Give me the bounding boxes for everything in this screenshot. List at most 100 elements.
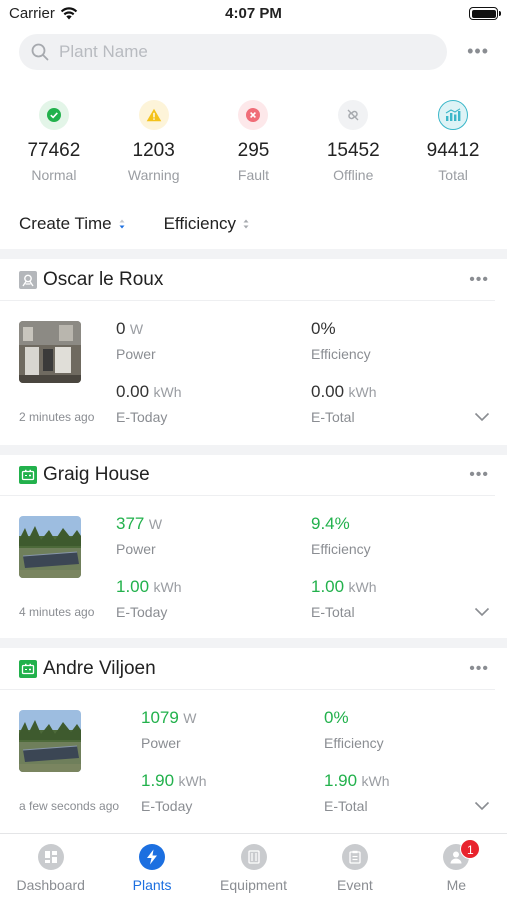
more-options-icon[interactable]: ••• [467, 42, 489, 60]
power-metric: 377 W Power [116, 514, 163, 557]
e-total-value: 0.00 [311, 382, 345, 401]
e-total-value: 1.90 [324, 771, 358, 790]
total-chart-icon [438, 100, 469, 130]
stat-fault[interactable]: 295 Fault [208, 100, 298, 183]
e-total-caption: E-Total [324, 798, 368, 814]
chevron-down-icon[interactable] [474, 607, 490, 617]
efficiency-caption: Efficiency [324, 735, 384, 751]
power-value: 377 [116, 514, 145, 533]
plant-name: Graig House [43, 463, 150, 485]
e-today-metric: 0.00 kWh E-Today [116, 382, 182, 425]
last-updated: 2 minutes ago [19, 410, 95, 424]
sort-create-time-label: Create Time [19, 214, 112, 233]
search-row: ••• [19, 34, 495, 70]
stat-label: Offline [333, 167, 374, 183]
notification-badge: 1 [460, 839, 481, 859]
sort-arrows-icon [243, 219, 249, 229]
battery-icon [469, 7, 501, 20]
sort-create-time[interactable]: Create Time [19, 214, 126, 234]
warning-icon [138, 100, 169, 130]
efficiency-value: 9.4% [311, 514, 350, 533]
e-total-value: 1.00 [311, 577, 345, 596]
fault-icon [238, 100, 269, 130]
offline-plant-icon [19, 270, 37, 289]
e-today-unit: kWh [153, 384, 182, 400]
tab-dashboard[interactable]: Dashboard [0, 834, 101, 900]
e-today-unit: kWh [178, 773, 207, 789]
last-updated: a few seconds ago [19, 799, 120, 813]
e-total-metric: 1.00 kWh E-Total [311, 577, 377, 620]
tab-plants[interactable]: Plants [101, 834, 202, 900]
e-total-unit: kWh [361, 773, 390, 789]
search-input[interactable] [59, 42, 419, 62]
tab-event[interactable]: Event [304, 834, 405, 900]
plant-card[interactable]: Oscar le Roux ••• 2 minutes ago 0 W Powe… [0, 259, 507, 445]
e-today-unit: kWh [153, 579, 182, 595]
efficiency-caption: Efficiency [311, 541, 371, 557]
section-divider [0, 249, 507, 259]
status-bar: Carrier 4:07 PM [0, 0, 507, 28]
stat-value: 94412 [426, 140, 480, 161]
power-metric: 0 W Power [116, 319, 156, 362]
plant-photo [19, 516, 81, 578]
stat-offline[interactable]: 15452 Offline [308, 100, 398, 183]
chevron-down-icon[interactable] [474, 801, 490, 811]
e-total-unit: kWh [348, 384, 377, 400]
plant-header: Oscar le Roux ••• [0, 259, 495, 301]
efficiency-caption: Efficiency [311, 346, 371, 362]
plants-bolt-icon [139, 844, 166, 870]
stat-label: Total [438, 167, 468, 183]
plant-header: Graig House ••• [0, 454, 495, 496]
e-today-value: 1.90 [141, 771, 175, 790]
card-more-icon[interactable]: ••• [469, 466, 489, 484]
tab-me[interactable]: 1 Me [406, 834, 507, 900]
power-unit: W [148, 516, 163, 532]
stat-normal[interactable]: 77462 Normal [9, 100, 99, 183]
e-today-caption: E-Today [116, 409, 168, 425]
tab-label: Equipment [220, 877, 287, 893]
power-caption: Power [116, 541, 156, 557]
power-metric: 1079 W Power [141, 708, 197, 751]
stat-value: 1203 [132, 140, 175, 161]
event-icon [341, 844, 368, 870]
stat-value: 77462 [27, 140, 81, 161]
plant-card[interactable]: Andre Viljoen ••• a few seconds ago 1079… [0, 648, 507, 833]
status-summary: 77462 Normal 1203 Warning 295 Fault 1545… [0, 100, 507, 183]
power-caption: Power [141, 735, 181, 751]
online-battery-icon [19, 465, 37, 484]
card-more-icon[interactable]: ••• [469, 271, 489, 289]
stat-label: Fault [237, 167, 270, 183]
efficiency-metric: 0% Efficiency [324, 708, 384, 751]
card-more-icon[interactable]: ••• [469, 660, 489, 678]
power-value: 0 [116, 319, 126, 338]
dashboard-icon [37, 844, 64, 870]
stat-label: Warning [127, 167, 180, 183]
online-battery-icon [19, 659, 37, 678]
efficiency-metric: 9.4% Efficiency [311, 514, 371, 557]
section-divider [0, 638, 507, 648]
e-today-caption: E-Today [141, 798, 193, 814]
e-today-value: 1.00 [116, 577, 150, 596]
chevron-down-icon[interactable] [474, 412, 490, 422]
efficiency-value: 0% [324, 708, 349, 727]
e-total-metric: 1.90 kWh E-Total [324, 771, 390, 814]
tab-equipment[interactable]: Equipment [203, 834, 304, 900]
plant-photo [19, 321, 81, 383]
plant-card[interactable]: Graig House ••• 4 minutes ago 377 W Powe… [0, 454, 507, 638]
stat-value: 15452 [326, 140, 380, 161]
e-total-unit: kWh [348, 579, 377, 595]
stat-warning[interactable]: 1203 Warning [109, 100, 199, 183]
e-today-metric: 1.00 kWh E-Today [116, 577, 182, 620]
e-today-caption: E-Today [116, 604, 168, 620]
stat-label: Normal [31, 167, 77, 183]
sort-efficiency[interactable]: Efficiency [164, 214, 250, 234]
tab-bar: Dashboard Plants Equipment Event 1 Me [0, 833, 507, 900]
search-box[interactable] [19, 34, 447, 70]
efficiency-value: 0% [311, 319, 336, 338]
stat-value: 295 [237, 140, 270, 161]
efficiency-metric: 0% Efficiency [311, 319, 371, 362]
search-icon [31, 43, 49, 61]
power-value: 1079 [141, 708, 179, 727]
stat-total[interactable]: 94412 Total [408, 100, 498, 183]
tab-label: Plants [132, 877, 172, 893]
